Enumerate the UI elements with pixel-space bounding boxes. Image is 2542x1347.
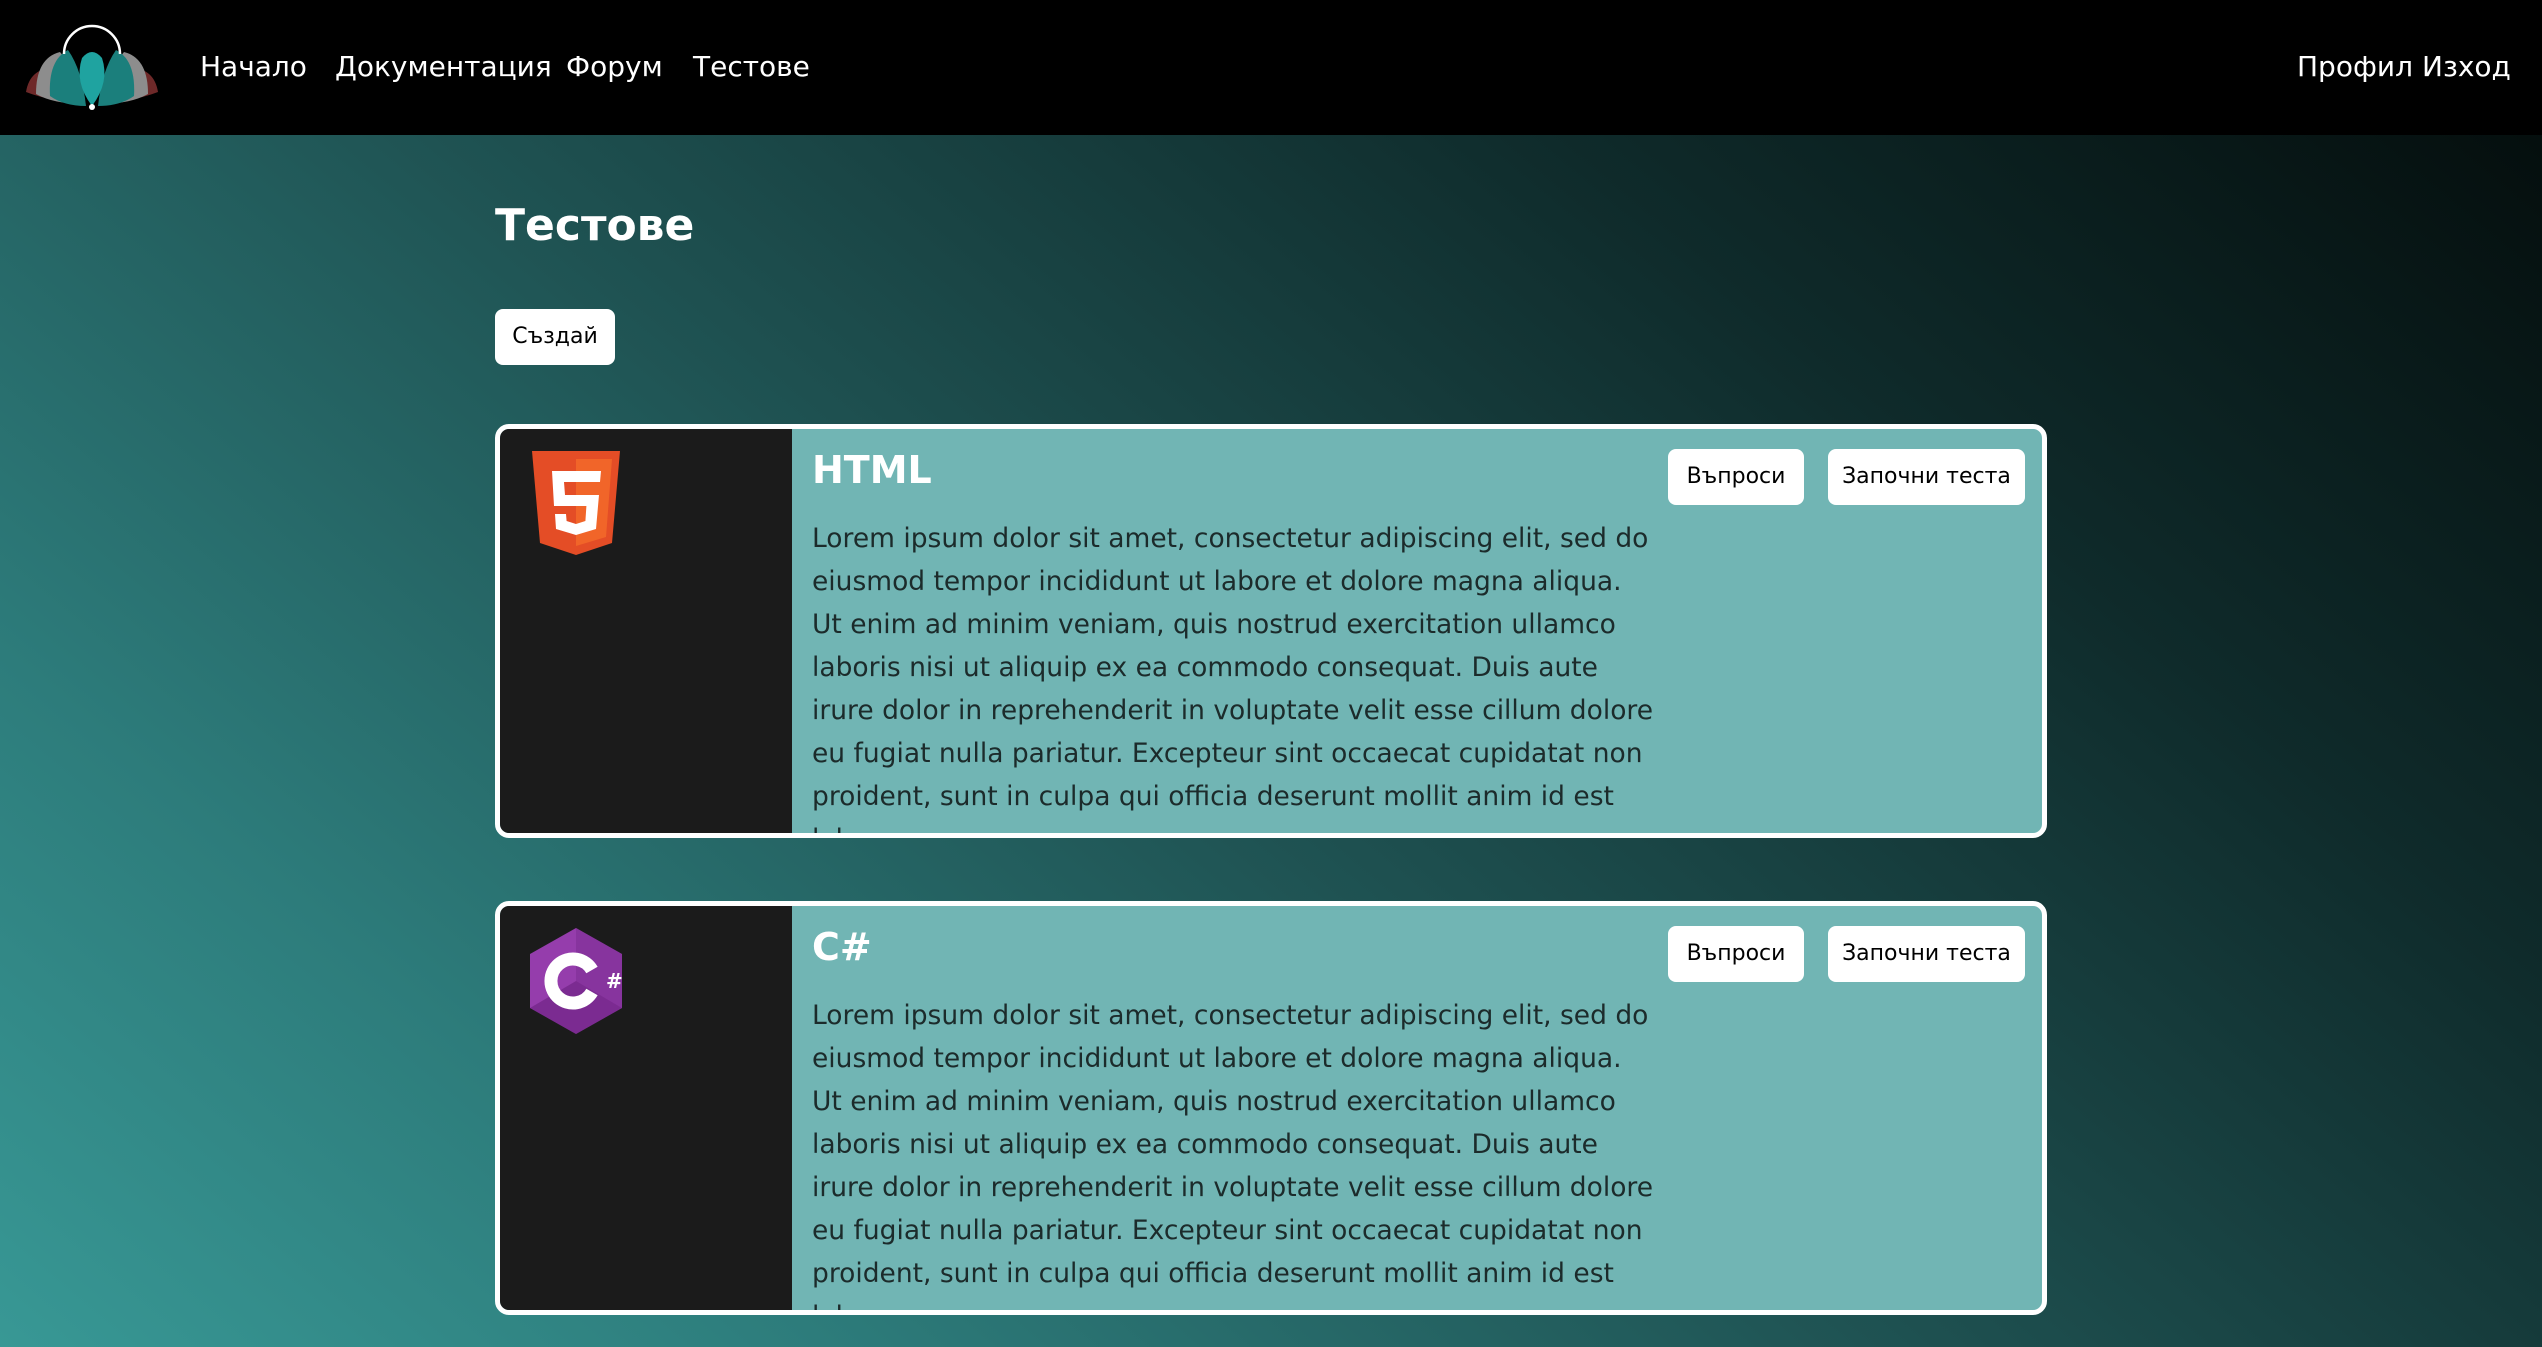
start-test-button[interactable]: Започни теста [1828,926,2025,982]
test-card-html: HTML Lorem ipsum dolor sit amet, consect… [495,424,2047,838]
nav-link-documentation[interactable]: Документация [335,45,552,89]
nav-link-tests[interactable]: Тестове [693,45,810,89]
html5-icon [532,451,620,555]
nav-link-home[interactable]: Начало [200,45,307,89]
create-button[interactable]: Създай [495,309,615,365]
card-title: C# [812,925,872,969]
test-card-csharp: # C# Lorem ipsum dolor sit amet, consect… [495,901,2047,1315]
questions-button[interactable]: Въпроси [1668,449,1804,505]
nav-link-profile[interactable]: Профил [2297,45,2413,89]
card-image-panel [500,429,792,833]
card-description: Lorem ipsum dolor sit amet, consectetur … [812,1000,1654,1310]
nav-link-forum[interactable]: Форум [566,45,663,89]
page-title: Тестове [495,200,695,251]
csharp-icon: # [530,928,623,1034]
questions-button[interactable]: Въпроси [1668,926,1804,982]
navbar: Начало Документация Форум Тестове Профил… [0,0,2542,135]
card-image-panel: # [500,906,792,1310]
card-title: HTML [812,448,932,492]
nav-link-logout[interactable]: Изход [2422,45,2511,89]
start-test-button[interactable]: Започни теста [1828,449,2025,505]
card-description: Lorem ipsum dolor sit amet, consectetur … [812,523,1654,833]
svg-text:#: # [606,969,623,993]
lotus-logo[interactable] [22,24,162,110]
